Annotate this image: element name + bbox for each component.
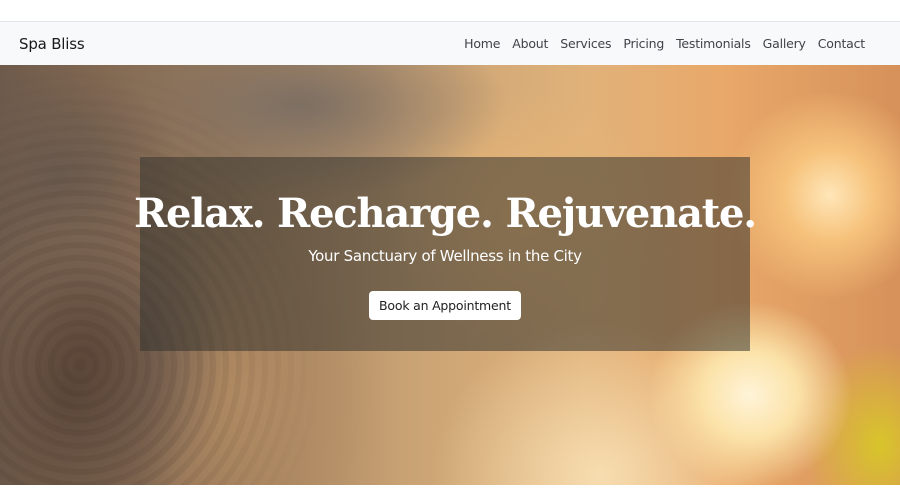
nav-link-services[interactable]: Services (554, 36, 617, 51)
nav-link-testimonials[interactable]: Testimonials (670, 36, 757, 51)
nav-link-contact[interactable]: Contact (812, 36, 871, 51)
nav-links: Home About Services Pricing Testimonials… (458, 36, 871, 51)
nav-link-home[interactable]: Home (458, 36, 506, 51)
hero-section: Relax. Recharge. Rejuvenate. Your Sanctu… (0, 65, 900, 485)
book-appointment-button[interactable]: Book an Appointment (369, 291, 521, 320)
bottom-strip (0, 485, 900, 500)
nav-link-gallery[interactable]: Gallery (757, 36, 812, 51)
hero-subtitle: Your Sanctuary of Wellness in the City (308, 247, 582, 265)
nav-link-pricing[interactable]: Pricing (617, 36, 670, 51)
hero-title: Relax. Recharge. Rejuvenate. (133, 190, 757, 237)
brand-logo[interactable]: Spa Bliss (19, 35, 85, 53)
navbar: Spa Bliss Home About Services Pricing Te… (0, 22, 900, 65)
hero-overlay: Relax. Recharge. Rejuvenate. Your Sanctu… (134, 157, 757, 351)
nav-link-about[interactable]: About (506, 36, 554, 51)
top-strip (0, 0, 900, 22)
